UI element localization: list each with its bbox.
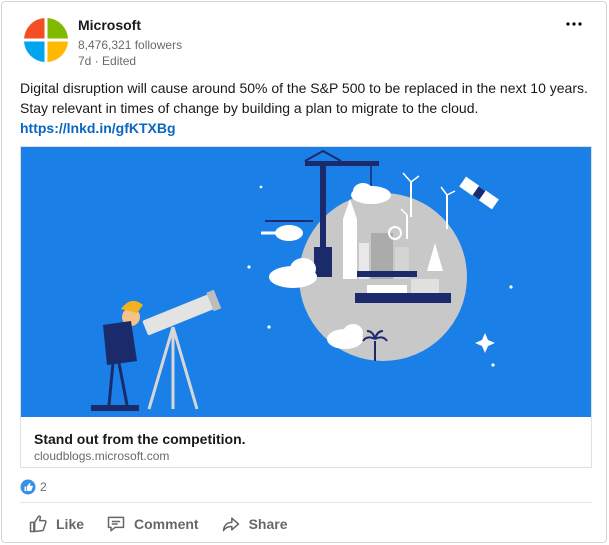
reactions-count[interactable]: 2 (20, 479, 47, 495)
article-preview[interactable]: Stand out from the competition. cloudblo… (20, 146, 592, 468)
commentary-text: Digital disruption will cause around 50%… (20, 80, 588, 116)
ellipsis-icon (566, 22, 582, 26)
article-title[interactable]: Stand out from the competition. (34, 431, 246, 447)
author-followers: 8,476,321 followers (78, 38, 183, 52)
comment-button[interactable]: Comment (98, 508, 207, 540)
share-arrow-icon (222, 517, 239, 532)
author-name[interactable]: Microsoft (78, 17, 141, 33)
commentary-link[interactable]: https://lnkd.in/gfKTXBg (20, 120, 176, 136)
article-source: cloudblogs.microsoft.com (34, 449, 170, 463)
microsoft-logo[interactable] (22, 16, 70, 64)
like-icon (20, 479, 36, 495)
cloud-migration-illustration (21, 147, 591, 417)
article-hero-image[interactable] (21, 147, 591, 417)
post-commentary: Digital disruption will cause around 50%… (20, 78, 598, 138)
feed-post-card: Microsoft 8,476,321 followers 7d · Edite… (1, 1, 607, 543)
reactions-count-value: 2 (40, 480, 47, 494)
comment-label: Comment (134, 516, 199, 532)
like-label: Like (56, 516, 85, 532)
share-label: Share (248, 516, 288, 532)
post-meta: 7d · Edited (78, 54, 136, 68)
post-age: 7d · Edited (78, 54, 137, 68)
like-button[interactable]: Like (20, 508, 92, 540)
share-button[interactable]: Share (213, 508, 296, 540)
social-actions-bar: Like Comment Share (20, 508, 302, 540)
more-options-button[interactable] (558, 10, 590, 38)
thumbs-up-icon (29, 515, 47, 533)
divider (20, 502, 592, 503)
comment-icon (107, 516, 125, 532)
